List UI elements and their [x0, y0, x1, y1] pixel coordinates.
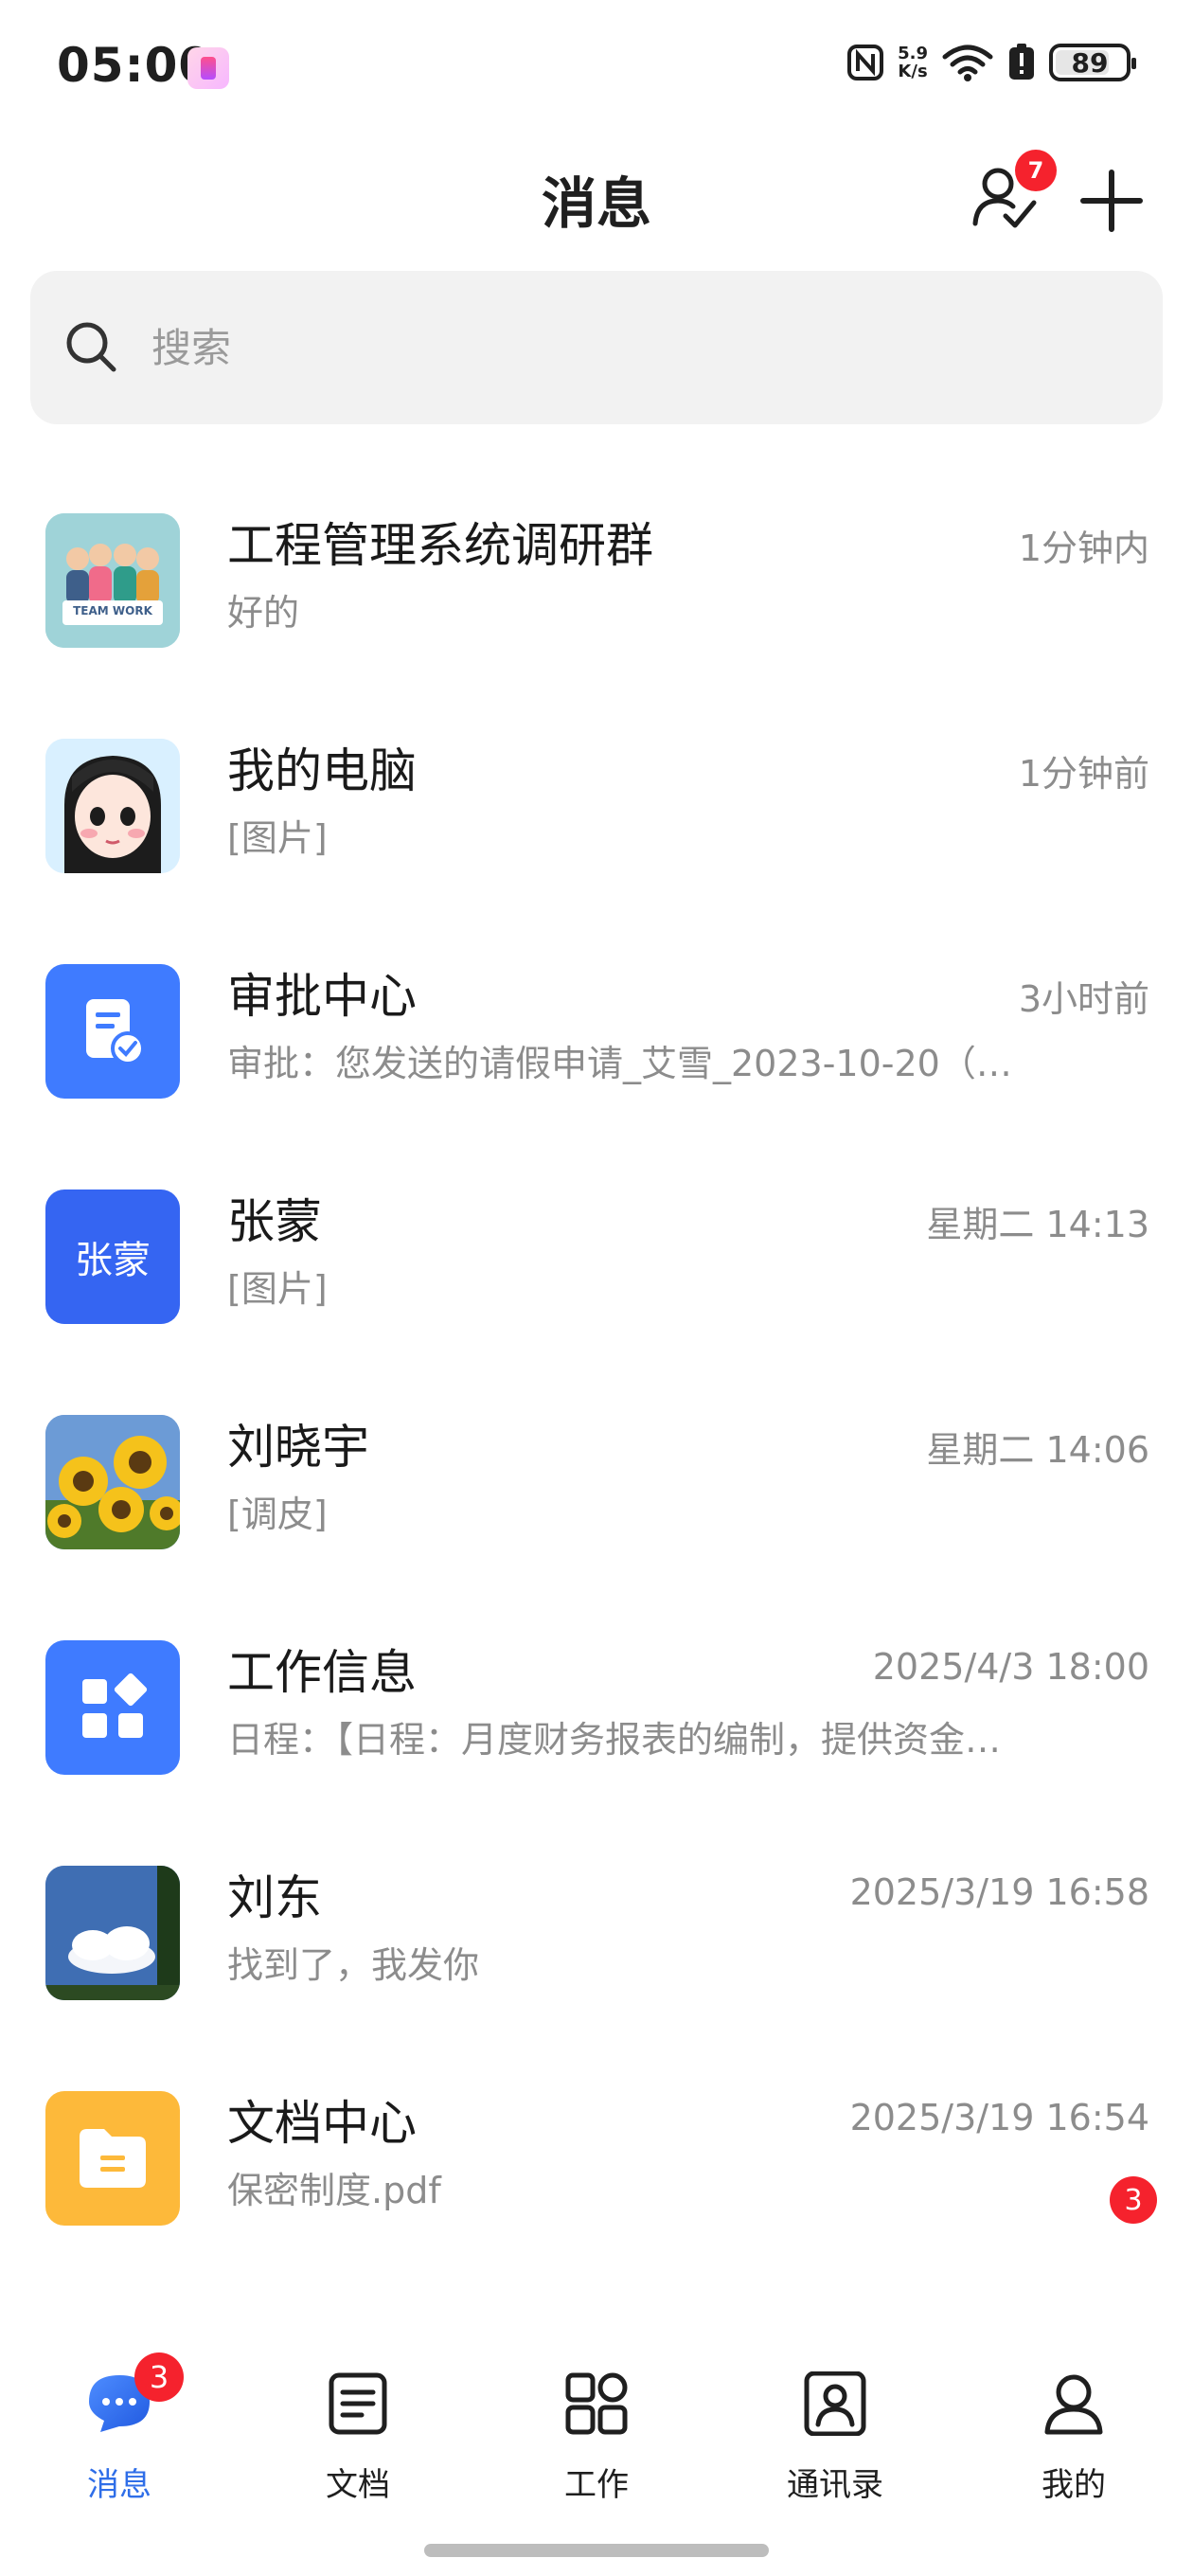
page-header: 消息 7: [0, 133, 1193, 256]
document-icon: [326, 2371, 390, 2436]
conversation-preview: 保密制度.pdf: [227, 2170, 441, 2211]
approval-center-avatar: [45, 964, 180, 1099]
status-icons: 5.9 K/s 89: [846, 44, 1136, 81]
conversation-preview: [图片]: [227, 817, 328, 859]
nav-label: 我的: [1042, 2466, 1106, 2504]
bottom-navigation: 3 消息 文档 工作 通讯录 我的: [0, 2345, 1193, 2506]
approval-document-icon: [86, 999, 145, 1065]
document-center-avatar: [45, 2091, 180, 2226]
conversation-name: 工作信息: [227, 1645, 417, 1700]
conversation-preview: 好的: [227, 592, 300, 634]
app-notification-icon: [187, 47, 229, 89]
conversation-preview: 审批：您发送的请假申请_艾雪_2023-10-20（…: [227, 1043, 1012, 1084]
conversation-name: 张蒙: [227, 1194, 322, 1249]
conversation-item[interactable]: 刘东 2025/3/19 16:58 找到了，我发你: [0, 1824, 1193, 2049]
sunflower-photo-avatar: [45, 1415, 180, 1549]
status-bar: 05:00 5.9 K/s 89: [0, 0, 1193, 133]
messages-screen: 05:00 5.9 K/s 89 消息 7 搜索 TEAM WORK 工程管理系…: [0, 0, 1193, 2576]
unread-badge: 3: [1110, 2176, 1157, 2224]
conversation-time: 3小时前: [1018, 978, 1149, 1020]
contact-card-icon: [803, 2370, 867, 2437]
sky-photo-avatar: [45, 1866, 180, 2000]
search-bar[interactable]: [30, 271, 1163, 424]
conversation-time: 1分钟内: [1018, 528, 1149, 569]
home-indicator[interactable]: [424, 2544, 769, 2557]
conversation-item[interactable]: 文档中心 2025/3/19 16:54 保密制度.pdf 3: [0, 2049, 1193, 2275]
conversation-name: 工程管理系统调研群: [227, 518, 653, 573]
battery-saver-alert-icon: [1007, 44, 1036, 81]
nav-label: 工作: [564, 2466, 629, 2504]
nav-tab-messages[interactable]: 3 消息: [44, 2352, 195, 2504]
conversation-item[interactable]: TEAM WORK 工程管理系统调研群 1分钟内 好的: [0, 472, 1193, 697]
conversation-item[interactable]: 刘晓宇 星期二 14:06 [调皮]: [0, 1373, 1193, 1599]
conversation-time: 2025/4/3 18:00: [872, 1646, 1149, 1688]
conversation-time: 1分钟前: [1018, 753, 1149, 795]
network-speed-value: 5.9: [898, 44, 928, 63]
nav-label: 文档: [326, 2466, 390, 2504]
nfc-icon: [846, 44, 884, 81]
nav-tab-documents[interactable]: 文档: [282, 2364, 434, 2504]
conversation-preview: [调皮]: [227, 1494, 328, 1535]
network-speed-unit: K/s: [898, 62, 928, 81]
nav-label: 通讯录: [787, 2466, 883, 2504]
text-avatar: 张蒙: [45, 1190, 180, 1324]
conversation-item[interactable]: 我的电脑 1分钟前 [图片]: [0, 697, 1193, 922]
network-speed: 5.9 K/s: [898, 45, 928, 80]
conversation-item[interactable]: 张蒙 张蒙 星期二 14:13 [图片]: [0, 1148, 1193, 1373]
conversation-name: 我的电脑: [227, 743, 417, 798]
nav-tab-work[interactable]: 工作: [521, 2364, 672, 2504]
cartoon-girl-avatar: [45, 739, 180, 873]
person-icon: [1042, 2371, 1106, 2436]
conversation-item[interactable]: 审批中心 3小时前 审批：您发送的请假申请_艾雪_2023-10-20（…: [0, 922, 1193, 1148]
add-button[interactable]: [1076, 165, 1148, 237]
nav-tab-me[interactable]: 我的: [998, 2364, 1149, 2504]
battery-level: 89: [1071, 46, 1109, 79]
nav-label: 消息: [87, 2466, 151, 2504]
folder-icon: [80, 2129, 146, 2188]
search-icon: [62, 318, 119, 379]
grid-apps-icon: [564, 2371, 629, 2436]
group-avatar: TEAM WORK: [45, 513, 180, 648]
conversation-name: 文档中心: [227, 2096, 417, 2151]
wifi-icon: [941, 44, 994, 81]
contacts-badge: 7: [1015, 150, 1057, 191]
conversation-preview: 找到了，我发你: [227, 1944, 480, 1986]
plus-icon: [1080, 170, 1143, 232]
conversation-time: 星期二 14:06: [926, 1429, 1149, 1471]
conversation-item[interactable]: 工作信息 2025/4/3 18:00 日程：【日程：月度财务报表的编制，提供资…: [0, 1599, 1193, 1824]
nav-badge: 3: [134, 2352, 184, 2402]
search-input[interactable]: [151, 314, 1098, 381]
conversation-time: 星期二 14:13: [926, 1204, 1149, 1245]
apps-grid-icon: [82, 1673, 148, 1738]
conversation-preview: 日程：【日程：月度财务报表的编制，提供资金…: [227, 1719, 1002, 1761]
conversation-name: 刘东: [227, 1870, 322, 1925]
battery-indicator: 89: [1049, 44, 1136, 81]
conversation-name: 刘晓宇: [227, 1420, 369, 1475]
work-info-avatar: [45, 1640, 180, 1775]
nav-tab-contacts[interactable]: 通讯录: [759, 2364, 911, 2504]
conversation-list: TEAM WORK 工程管理系统调研群 1分钟内 好的 我的电脑 1分钟前 [图…: [0, 472, 1193, 2275]
team-work-sign-text: TEAM WORK: [73, 604, 152, 617]
conversation-name: 审批中心: [227, 969, 417, 1024]
conversation-time: 2025/3/19 16:58: [849, 1871, 1149, 1913]
conversation-time: 2025/3/19 16:54: [849, 2097, 1149, 2138]
conversation-preview: [图片]: [227, 1268, 328, 1310]
